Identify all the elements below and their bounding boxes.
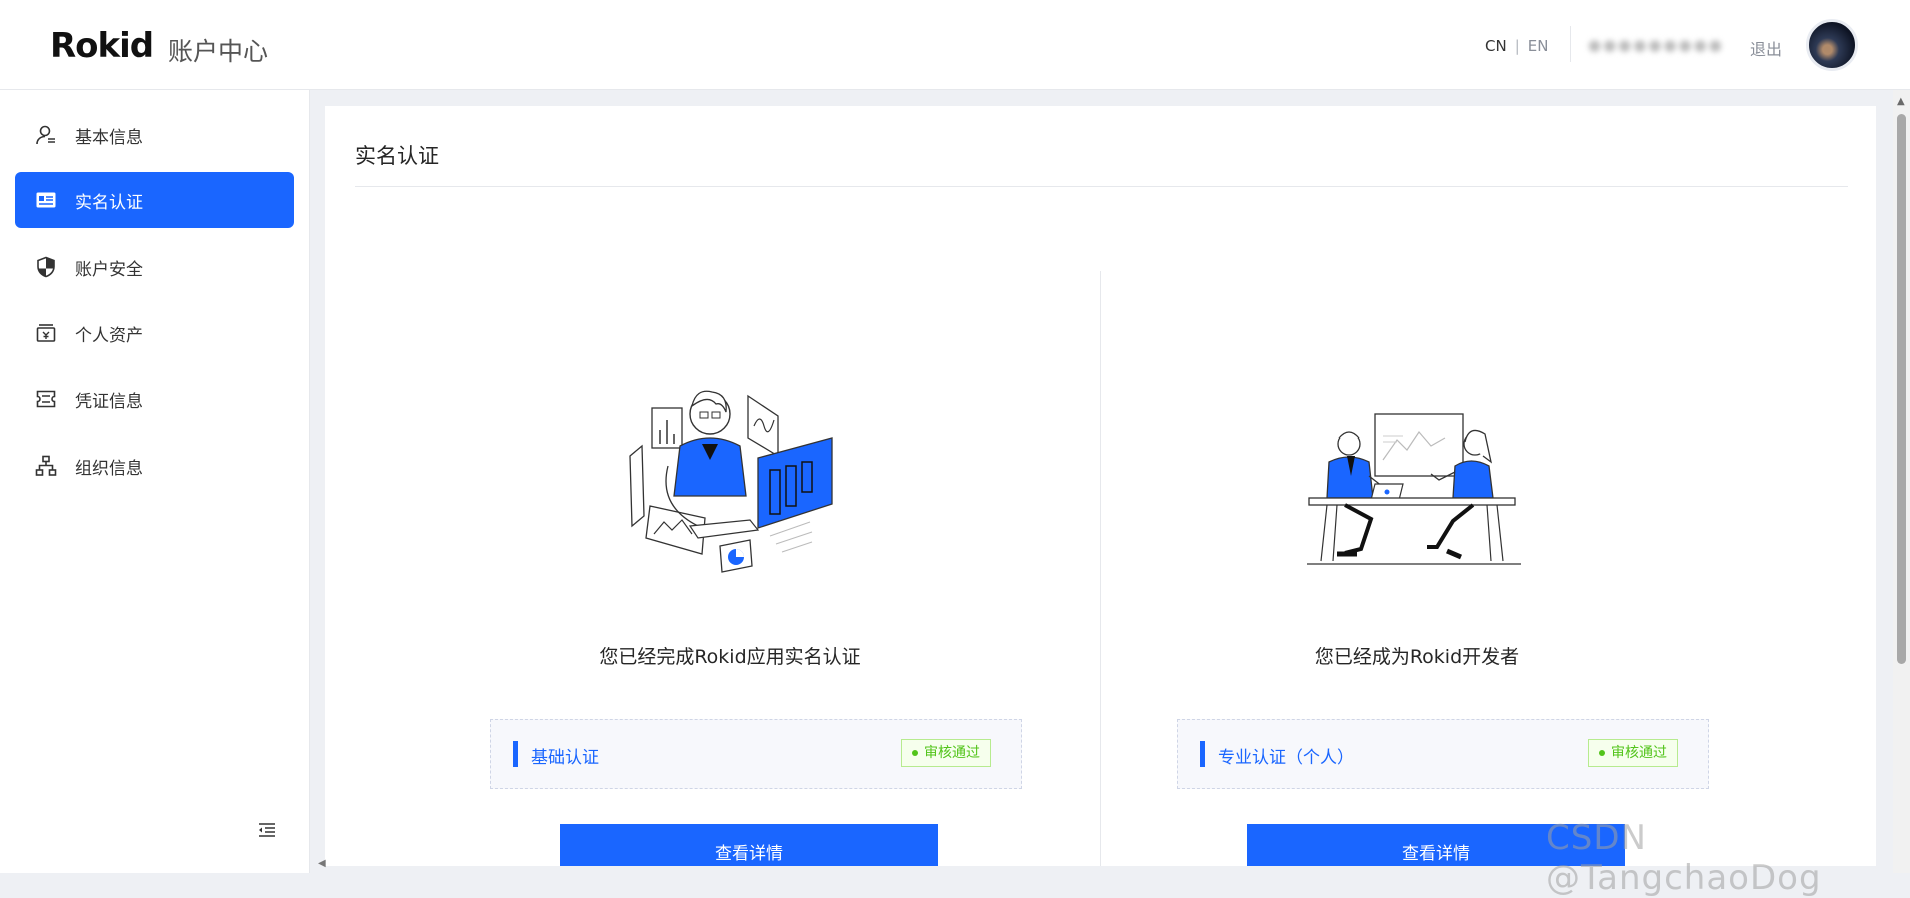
sidebar: 基本信息 实名认证 账户安全 个人资产 凭证信息 组织信息 — [0, 90, 310, 873]
header-divider — [1570, 26, 1571, 62]
cert-accent-bar — [513, 741, 518, 767]
cert-status-box: 基础认证 审核通过 — [490, 719, 1022, 789]
main-card: 实名认证 您已经完成Rokid应用实名认证 基础认证 审核通过 查看详情 您已经… — [325, 106, 1876, 866]
sidebar-item-label: 组织信息 — [75, 458, 143, 479]
sidebar-item-label: 个人资产 — [75, 325, 143, 346]
org-tree-icon — [35, 455, 57, 477]
developer-cert-panel: 您已经成为Rokid开发者 专业认证（个人） 审核通过 查看详情 — [1067, 106, 1767, 866]
status-badge: 审核通过 — [901, 739, 991, 767]
language-switcher: CN | EN — [1485, 37, 1548, 55]
watermark: CSDN @TangchaoDog — [1546, 818, 1822, 898]
sidebar-item-organization[interactable]: 组织信息 — [15, 438, 294, 494]
cert-status-box: 专业认证（个人） 审核通过 — [1177, 719, 1709, 789]
top-header: Rokid 账户中心 CN | EN ●●●●●●●●● 退出 — [0, 0, 1910, 90]
sidebar-item-basic-info[interactable]: 基本信息 — [15, 107, 294, 163]
lang-cn-link[interactable]: CN — [1485, 37, 1507, 55]
cert-message: 您已经完成Rokid应用实名认证 — [599, 646, 861, 668]
cert-name: 基础认证 — [531, 748, 599, 768]
cert-name: 专业认证（个人） — [1218, 748, 1354, 768]
vertical-scrollbar[interactable]: ▲ — [1893, 90, 1910, 873]
username: ●●●●●●●●● — [1588, 36, 1724, 54]
cert-message: 您已经成为Rokid开发者 — [1314, 646, 1520, 668]
sidebar-item-credentials[interactable]: 凭证信息 — [15, 371, 294, 427]
scroll-left-arrow-icon[interactable]: ◀ — [318, 858, 326, 869]
scrollbar-thumb[interactable] — [1897, 114, 1906, 664]
status-dot-icon — [912, 750, 918, 756]
id-card-icon — [35, 189, 57, 211]
ticket-icon — [35, 388, 57, 410]
shield-icon — [35, 256, 57, 278]
rokid-logo[interactable]: Rokid — [50, 26, 154, 66]
basic-cert-panel: 您已经完成Rokid应用实名认证 基础认证 审核通过 查看详情 — [380, 106, 1080, 866]
sidebar-collapse-button[interactable] — [254, 818, 280, 842]
illustration-dashboard-user — [610, 386, 840, 586]
lang-en-link[interactable]: EN — [1528, 37, 1549, 55]
menu-fold-icon — [259, 823, 275, 837]
sidebar-item-real-name[interactable]: 实名认证 — [15, 172, 294, 228]
illustration-meeting — [1297, 386, 1527, 586]
cert-accent-bar — [1200, 741, 1205, 767]
sidebar-item-label: 基本信息 — [75, 127, 143, 148]
status-text: 审核通过 — [1611, 745, 1667, 761]
app-title: 账户中心 — [168, 37, 269, 66]
sidebar-item-label: 凭证信息 — [75, 391, 143, 412]
scroll-up-arrow-icon[interactable]: ▲ — [1897, 96, 1905, 107]
wallet-icon — [35, 322, 57, 344]
view-details-button[interactable]: 查看详情 — [560, 824, 938, 866]
sidebar-item-personal-assets[interactable]: 个人资产 — [15, 305, 294, 361]
sidebar-item-account-security[interactable]: 账户安全 — [15, 239, 294, 295]
user-avatar[interactable] — [1806, 19, 1858, 71]
logout-link[interactable]: 退出 — [1750, 36, 1782, 60]
status-badge: 审核通过 — [1588, 739, 1678, 767]
lang-separator: | — [1514, 37, 1520, 55]
status-text: 审核通过 — [924, 745, 980, 761]
sidebar-item-label: 账户安全 — [75, 259, 143, 280]
sidebar-item-label: 实名认证 — [75, 192, 143, 213]
status-dot-icon — [1599, 750, 1605, 756]
user-icon — [35, 124, 57, 146]
